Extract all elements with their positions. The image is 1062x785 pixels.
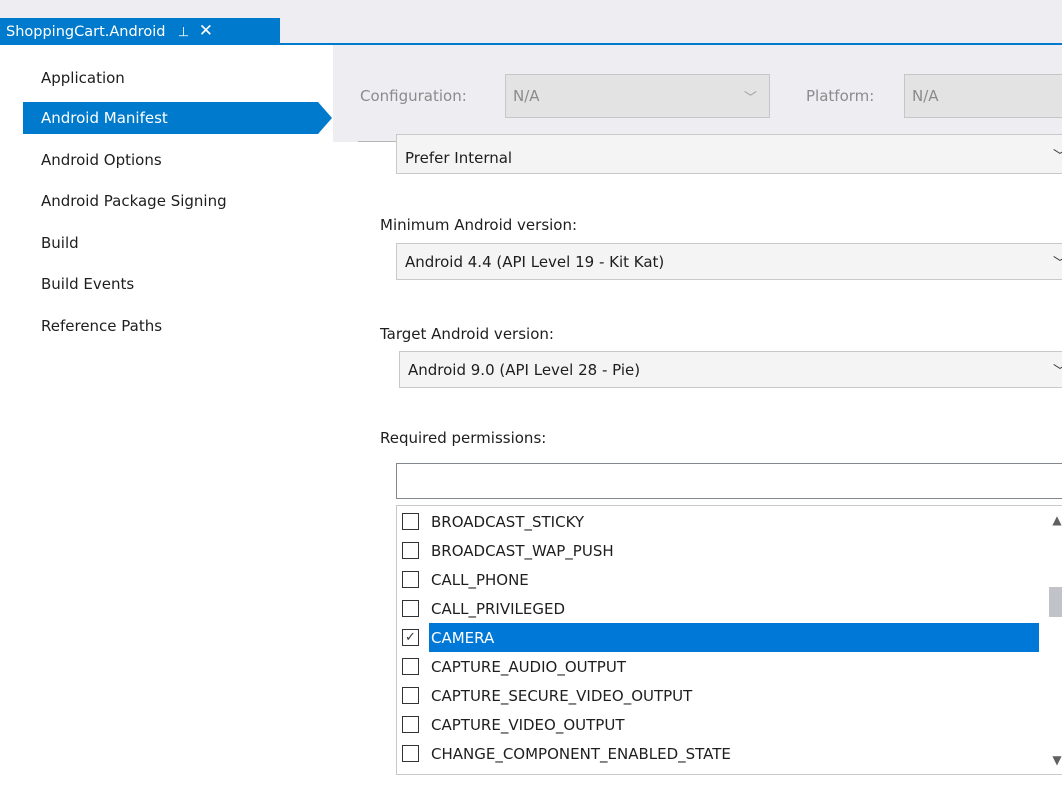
min-android-version-label: Minimum Android version:	[380, 216, 578, 234]
target-android-version-label: Target Android version:	[380, 325, 554, 343]
checkbox[interactable]: ✓	[402, 629, 419, 646]
permissions-scrollbar[interactable]: ▲ ▼	[1039, 506, 1062, 774]
nav-item-build-events[interactable]: Build Events	[23, 268, 318, 300]
nav-item-android-package-signing[interactable]: Android Package Signing	[23, 185, 318, 217]
chevron-down-icon: ﹀	[1053, 253, 1062, 273]
manifest-content: Configuration: N/A ﹀ Platform: N/A Prefe…	[333, 45, 1062, 785]
chevron-up-icon[interactable]: ▲	[1039, 508, 1062, 532]
nav-item-application[interactable]: Application	[23, 62, 318, 94]
permission-label: CALL_PHONE	[431, 570, 529, 589]
close-icon[interactable]: ✕	[199, 23, 213, 40]
permission-label: CHANGE_COMPONENT_ENABLED_STATE	[431, 744, 731, 763]
min-android-version-dropdown[interactable]: Android 4.4 (API Level 19 - Kit Kat) ﹀	[396, 243, 1062, 280]
list-item[interactable]: BROADCAST_STICKY	[397, 507, 1039, 536]
install-location-value: Prefer Internal	[405, 149, 513, 167]
list-item[interactable]: BROADCAST_WAP_PUSH	[397, 536, 1039, 565]
platform-select: N/A	[904, 74, 1062, 118]
chevron-down-icon[interactable]: ▼	[1039, 748, 1062, 772]
platform-value: N/A	[912, 87, 939, 105]
scrollbar-thumb[interactable]	[1049, 587, 1062, 617]
checkbox[interactable]	[402, 745, 419, 762]
install-location-dropdown[interactable]: Prefer Internal ﹀	[396, 134, 1062, 174]
nav-item-android-manifest[interactable]: Android Manifest	[23, 102, 332, 134]
chevron-down-icon: ﹀	[1053, 361, 1062, 381]
permission-label: CALL_PRIVILEGED	[431, 599, 566, 618]
configuration-label: Configuration:	[360, 87, 467, 105]
project-properties-nav: Application Android Manifest Android Opt…	[0, 45, 333, 785]
pin-icon[interactable]: ⊣	[176, 26, 191, 37]
chevron-down-icon: ﹀	[1053, 146, 1062, 166]
list-item[interactable]: CHANGE_COMPONENT_ENABLED_STATE	[397, 739, 1039, 768]
checkbox[interactable]	[402, 513, 419, 530]
checkbox[interactable]	[402, 687, 419, 704]
nav-item-build[interactable]: Build	[23, 227, 318, 259]
list-item[interactable]: CAPTURE_AUDIO_OUTPUT	[397, 652, 1039, 681]
platform-label: Platform:	[806, 87, 875, 105]
min-android-version-value: Android 4.4 (API Level 19 - Kit Kat)	[405, 252, 665, 271]
checkmark-icon: ✓	[405, 630, 416, 645]
configuration-select: N/A ﹀	[505, 74, 770, 118]
document-tab[interactable]: ShoppingCart.Android ⊣ ✕	[0, 18, 280, 45]
permission-label: CAPTURE_SECURE_VIDEO_OUTPUT	[431, 686, 693, 705]
configuration-bar: Configuration: N/A ﹀ Platform: N/A	[333, 45, 1062, 142]
list-item[interactable]: CAPTURE_SECURE_VIDEO_OUTPUT	[397, 681, 1039, 710]
list-item[interactable]: ✓ CAMERA	[397, 623, 1039, 652]
checkbox[interactable]	[402, 716, 419, 733]
permission-label: BROADCAST_WAP_PUSH	[431, 541, 614, 560]
nav-item-reference-paths[interactable]: Reference Paths	[23, 310, 318, 342]
checkbox[interactable]	[402, 658, 419, 675]
configuration-value: N/A	[513, 87, 540, 105]
checkbox[interactable]	[402, 571, 419, 588]
permission-label: CAPTURE_VIDEO_OUTPUT	[431, 715, 625, 734]
permission-label: BROADCAST_STICKY	[431, 512, 585, 531]
nav-item-android-options[interactable]: Android Options	[23, 144, 318, 176]
checkbox[interactable]	[402, 542, 419, 559]
permissions-list: BROADCAST_STICKY BROADCAST_WAP_PUSH CALL…	[396, 505, 1062, 775]
chevron-down-icon: ﹀	[743, 91, 757, 106]
target-android-version-value: Android 9.0 (API Level 28 - Pie)	[408, 360, 641, 379]
list-item[interactable]: CALL_PHONE	[397, 565, 1039, 594]
permission-label: CAPTURE_AUDIO_OUTPUT	[431, 657, 626, 676]
list-item[interactable]: CALL_PRIVILEGED	[397, 594, 1039, 623]
target-android-version-dropdown[interactable]: Android 9.0 (API Level 28 - Pie) ﹀	[399, 351, 1062, 388]
permissions-search-input[interactable]	[396, 463, 1062, 499]
required-permissions-label: Required permissions:	[380, 429, 547, 447]
list-item[interactable]: CAPTURE_VIDEO_OUTPUT	[397, 710, 1039, 739]
document-tab-strip: ShoppingCart.Android ⊣ ✕	[0, 0, 1062, 45]
checkbox[interactable]	[402, 600, 419, 617]
permission-label: CAMERA	[429, 623, 1039, 652]
document-tab-title: ShoppingCart.Android	[6, 23, 166, 40]
